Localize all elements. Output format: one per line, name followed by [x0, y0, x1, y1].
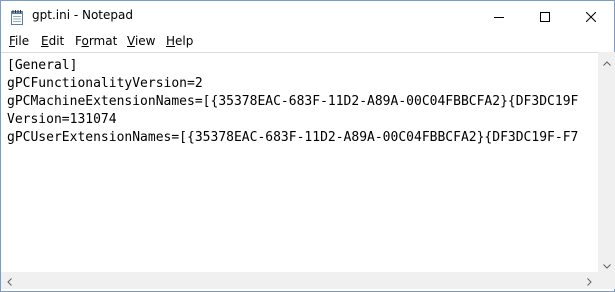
- size-grip[interactable]: [598, 272, 615, 289]
- menu-view[interactable]: View: [127, 34, 155, 48]
- arrow-left-icon: [7, 271, 12, 290]
- title-bar[interactable]: gpt.ini - Notepad: [1, 1, 614, 32]
- arrow-up-icon: [602, 51, 611, 70]
- notepad-window: gpt.ini - Notepad File Edit Format View: [0, 0, 615, 292]
- text-line: gPCMachineExtensionNames=[{35378EAC-683F…: [7, 94, 579, 109]
- minimize-icon: [494, 7, 504, 26]
- horizontal-scrollbar[interactable]: [1, 272, 598, 289]
- scroll-left-button[interactable]: [1, 272, 18, 289]
- maximize-button[interactable]: [522, 1, 568, 32]
- maximize-icon: [540, 7, 550, 26]
- minimize-button[interactable]: [476, 1, 522, 32]
- text-line: gPCUserExtensionNames=[{35378EAC-683F-11…: [7, 130, 579, 145]
- close-icon: [585, 7, 597, 26]
- text-line: Version=131074: [7, 112, 117, 127]
- menu-edit[interactable]: Edit: [41, 34, 64, 48]
- vertical-scrollbar[interactable]: [598, 52, 615, 272]
- arrow-down-icon: [602, 254, 611, 273]
- menu-help[interactable]: Help: [166, 34, 193, 48]
- text-editor[interactable]: [General] gPCFunctionalityVersion=2 gPCM…: [1, 52, 598, 272]
- scroll-up-button[interactable]: [598, 52, 615, 69]
- arrow-right-icon: [587, 271, 592, 290]
- notepad-icon[interactable]: [9, 9, 25, 25]
- menu-file[interactable]: File: [9, 34, 29, 48]
- close-button[interactable]: [568, 1, 614, 32]
- scroll-down-button[interactable]: [598, 255, 615, 272]
- text-line: gPCFunctionalityVersion=2: [7, 76, 203, 91]
- menu-bar: File Edit Format View Help: [1, 32, 614, 52]
- text-line: [General]: [7, 58, 78, 73]
- menu-format[interactable]: Format: [75, 34, 117, 48]
- scroll-right-button[interactable]: [581, 272, 598, 289]
- window-title: gpt.ini - Notepad: [32, 8, 133, 22]
